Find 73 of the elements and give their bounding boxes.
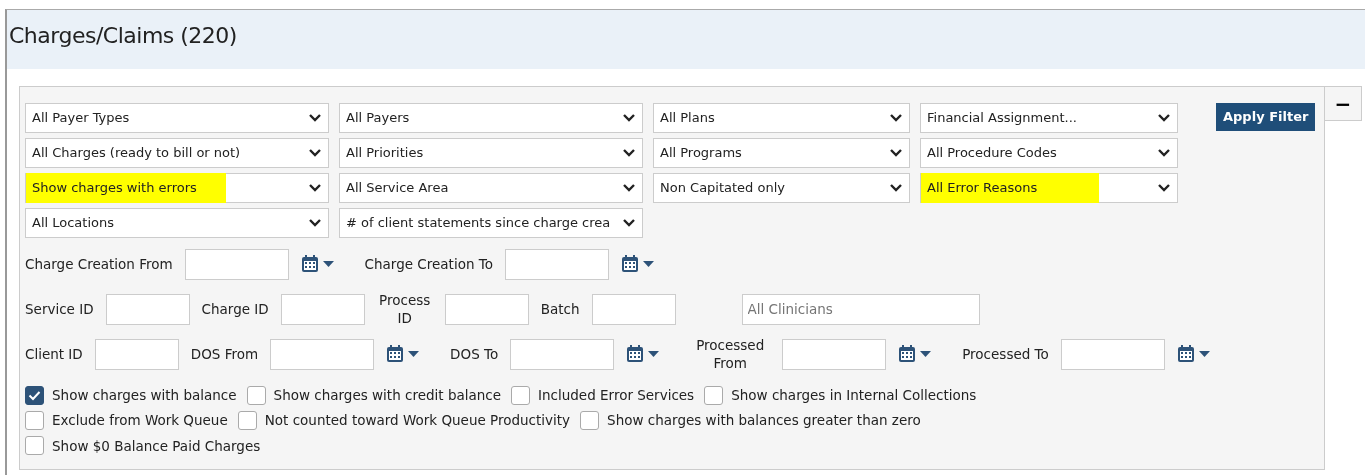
chevron-down-icon: [889, 148, 903, 158]
chevron-down-icon: [622, 148, 636, 158]
field-label: Process ID: [378, 290, 432, 328]
checkbox-label[interactable]: Not counted toward Work Queue Productivity: [264, 410, 571, 431]
checkbox-label[interactable]: Show charges with balance: [52, 385, 237, 406]
filter-dropdown[interactable]: All Payers: [339, 103, 643, 133]
date-field[interactable]: [504, 248, 609, 280]
input-field[interactable]: [105, 293, 190, 325]
chevron-down-icon: [308, 148, 322, 158]
checkbox[interactable]: [25, 410, 44, 430]
page-title: Charges/Claims (220): [9, 23, 237, 48]
chevron-down-icon: [622, 113, 636, 123]
chevron-down-icon: [622, 218, 636, 228]
filter-dropdown[interactable]: All Programs: [653, 138, 910, 168]
collapse-button[interactable]: −: [1324, 86, 1362, 121]
checkbox[interactable]: [704, 385, 724, 405]
field-label: Client ID: [25, 344, 83, 364]
checkbox[interactable]: [237, 410, 257, 430]
field-label: Charge Creation From: [25, 254, 173, 274]
field-label: DOS To: [450, 344, 499, 364]
filter-dropdown[interactable]: Financial Assignment...: [920, 103, 1178, 133]
chevron-down-icon: [622, 183, 636, 193]
checkbox-label[interactable]: Exclude from Work Queue: [52, 410, 228, 431]
date-field[interactable]: [1060, 338, 1165, 370]
chevron-down-icon: [308, 218, 322, 228]
filter-dropdown[interactable]: All Charges (ready to bill or not): [25, 138, 329, 168]
field-label: DOS From: [190, 344, 259, 364]
filter-dropdown[interactable]: All Procedure Codes: [920, 138, 1178, 168]
checkbox-label[interactable]: Show charges in Internal Collections: [731, 385, 977, 406]
filter-dropdown[interactable]: All Priorities: [339, 138, 643, 168]
date-field[interactable]: [782, 338, 887, 370]
filter-dropdown[interactable]: All Payer Types: [25, 103, 329, 133]
checkbox[interactable]: [246, 385, 266, 405]
filter-dropdown[interactable]: All Locations: [25, 208, 329, 238]
field-label: Processed To: [962, 344, 1049, 364]
chevron-down-icon: [1157, 113, 1171, 123]
filter-dropdown[interactable]: Show charges with errors: [25, 173, 329, 203]
checkbox[interactable]: [25, 436, 44, 456]
filter-dropdown[interactable]: All Error Reasons: [920, 173, 1178, 203]
chevron-down-icon: [308, 113, 322, 123]
checkbox-label[interactable]: Show charges with balances greater than zero: [607, 410, 921, 431]
chevron-down-icon: [1157, 183, 1171, 193]
filter-dropdown[interactable]: # of client statements since charge crea: [339, 208, 643, 238]
chevron-down-icon: [308, 183, 322, 193]
checkbox[interactable]: [25, 385, 44, 405]
chevron-down-icon: [1157, 148, 1171, 158]
field-label: Batch: [540, 299, 580, 319]
calendar-icon[interactable]: [1176, 345, 1213, 363]
calendar-icon[interactable]: [620, 255, 657, 273]
calendar-icon[interactable]: [300, 255, 337, 273]
filter-dropdown[interactable]: All Plans: [653, 103, 910, 133]
chevron-down-icon: [889, 113, 903, 123]
date-field[interactable]: [510, 338, 615, 370]
checkbox-label[interactable]: Included Error Services: [538, 385, 695, 406]
field-label: Service ID: [25, 299, 94, 319]
input-field[interactable]: [591, 293, 676, 325]
checkbox[interactable]: [511, 385, 531, 405]
field-label: Processed From: [695, 335, 766, 373]
input-field[interactable]: [280, 293, 365, 325]
input-field[interactable]: [94, 338, 179, 370]
field-label: Charge Creation To: [364, 254, 493, 274]
checkbox[interactable]: [580, 410, 600, 430]
date-field[interactable]: [270, 338, 375, 370]
search-field[interactable]: All Clinicians: [741, 293, 980, 325]
filter-dropdown[interactable]: Non Capitated only: [653, 173, 910, 203]
filter-dropdown[interactable]: All Service Area: [339, 173, 643, 203]
field-label: Charge ID: [201, 299, 269, 319]
apply-filter-button[interactable]: Apply Filter: [1216, 103, 1316, 131]
chevron-down-icon: [889, 183, 903, 193]
input-field[interactable]: [444, 293, 529, 325]
checkbox-label[interactable]: Show $0 Balance Paid Charges: [52, 435, 261, 456]
date-field[interactable]: [184, 248, 289, 280]
checkbox-label[interactable]: Show charges with credit balance: [273, 385, 502, 406]
